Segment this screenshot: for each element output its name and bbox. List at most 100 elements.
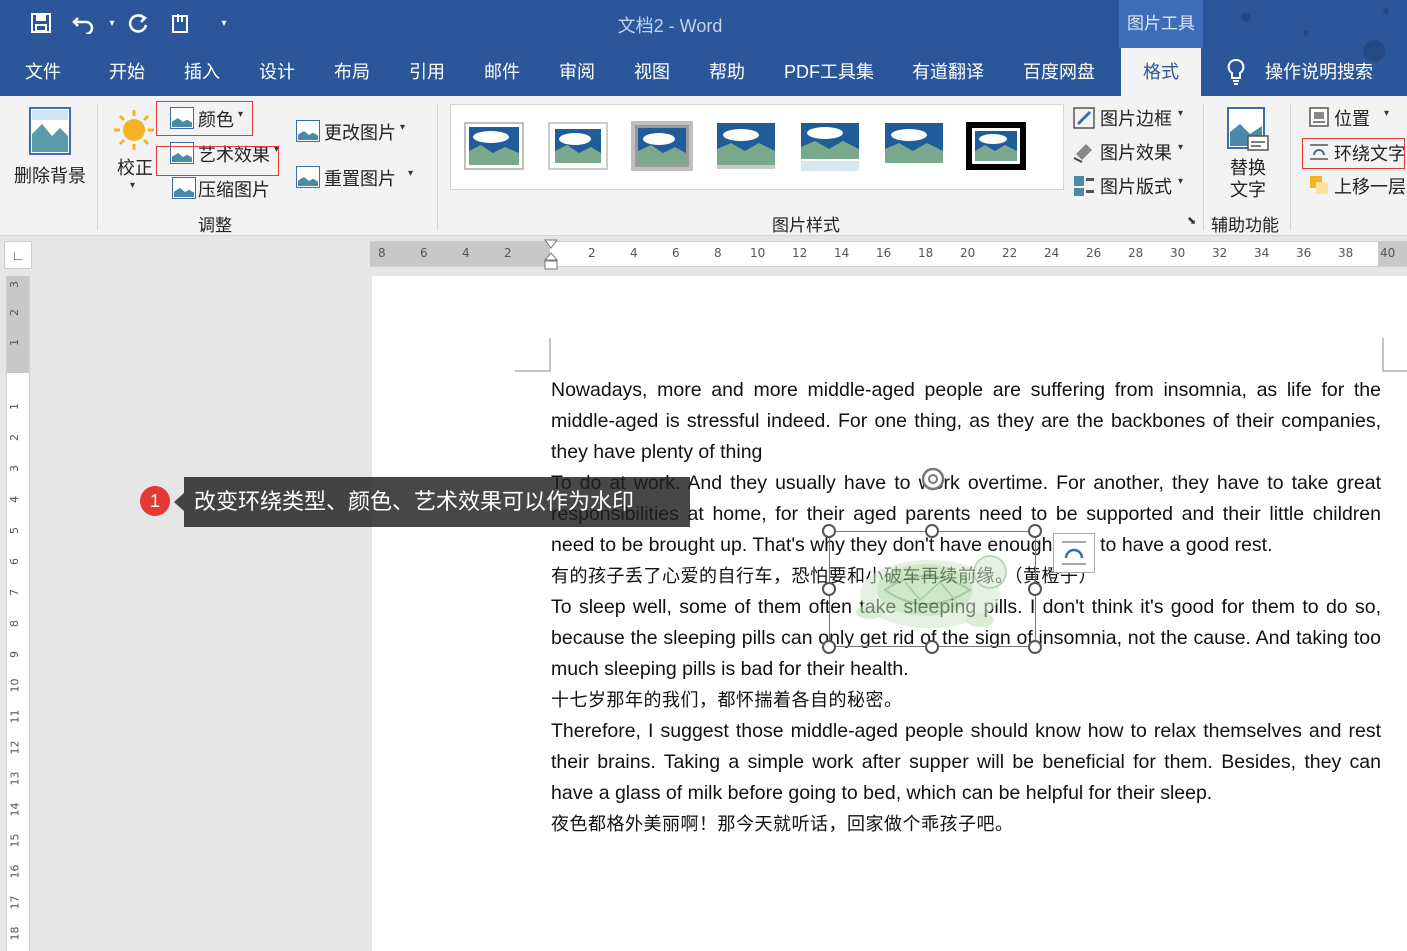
customize-icon[interactable]: ▾ xyxy=(212,12,236,36)
dialog-launcher-icon[interactable]: ⬊ xyxy=(1187,214,1196,227)
bring-forward-label: 上移一层 xyxy=(1334,177,1406,197)
tab-format[interactable]: 格式 xyxy=(1121,48,1201,96)
highlight-box-wrap xyxy=(1302,138,1405,169)
layout-icon xyxy=(1074,176,1094,196)
picture-style-5[interactable] xyxy=(799,121,861,173)
ruler-tick: 6 xyxy=(8,558,21,565)
remove-background-button[interactable]: 删除背景 xyxy=(10,102,90,192)
tab-help[interactable]: 帮助 xyxy=(709,48,745,96)
tab-review[interactable]: 审阅 xyxy=(559,48,595,96)
picture-style-1[interactable] xyxy=(463,121,525,173)
tab-baidu[interactable]: 百度网盘 xyxy=(1023,48,1095,96)
compress-label: 压缩图片 xyxy=(198,180,270,200)
group-separator xyxy=(1203,104,1204,230)
remove-background-label: 删除背景 xyxy=(14,166,86,186)
picture-style-7[interactable] xyxy=(965,121,1027,173)
tab-references[interactable]: 引用 xyxy=(409,48,445,96)
resize-handle[interactable] xyxy=(1028,524,1042,538)
tab-insert[interactable]: 插入 xyxy=(184,48,220,96)
picture-style-2[interactable] xyxy=(547,121,609,173)
ruler-tick: 3 xyxy=(8,465,21,472)
bring-forward-button[interactable]: 上移一层 xyxy=(1306,172,1407,202)
tab-mailings[interactable]: 邮件 xyxy=(484,48,520,96)
ruler-tick: 38 xyxy=(1338,246,1354,260)
tab-file[interactable]: 文件 xyxy=(25,48,61,96)
ruler-tick: 11 xyxy=(8,709,22,724)
styles-group-label: 图片样式 xyxy=(772,216,840,235)
change-picture-button[interactable]: 更改图片 ▾ xyxy=(294,116,418,146)
accessibility-group-label: 辅助功能 xyxy=(1211,216,1279,235)
undo-icon[interactable] xyxy=(72,12,96,36)
highlight-box-artistic xyxy=(156,146,279,176)
annotation-callout: 改变环绕类型、颜色、艺术效果可以作为水印 xyxy=(184,477,690,527)
redo-icon[interactable] xyxy=(126,12,150,36)
ruler-tick: 4 xyxy=(630,246,638,260)
resize-handle[interactable] xyxy=(822,524,836,538)
ruler-tick: 9 xyxy=(8,651,21,658)
vertical-ruler[interactable]: 3 2 1 1 2 3 4 5 6 7 8 9 10 11 12 13 14 1… xyxy=(6,276,30,951)
picture-style-4[interactable] xyxy=(715,121,777,173)
compress-icon xyxy=(172,177,196,199)
ruler-tick: 1 xyxy=(8,403,21,410)
touch-mode-icon[interactable] xyxy=(169,12,193,36)
picture-effects-button[interactable]: 图片效果 ▾ xyxy=(1070,138,1194,168)
horizontal-ruler[interactable]: 8 6 4 2 2 4 6 8 10 12 14 16 18 20 22 24 … xyxy=(370,239,1407,270)
resize-handle[interactable] xyxy=(925,524,939,538)
watermark-turtle-image xyxy=(856,555,1007,628)
ruler-tick: 2 xyxy=(8,434,21,441)
ruler-tick: 6 xyxy=(672,246,680,260)
picture-style-3[interactable] xyxy=(631,121,693,173)
ruler-tick: 18 xyxy=(918,246,934,260)
ruler-tick: 22 xyxy=(1002,246,1018,260)
position-button[interactable]: 位置 ▾ xyxy=(1306,104,1406,134)
corrections-button[interactable]: 校正 ▾ xyxy=(108,104,160,196)
alt-text-button[interactable]: 替换 文字 xyxy=(1218,102,1280,202)
ruler-tick: 15 xyxy=(8,833,22,848)
ruler-margin-left xyxy=(370,242,550,266)
tab-home[interactable]: 开始 xyxy=(109,48,145,96)
tab-view[interactable]: 视图 xyxy=(634,48,670,96)
resize-handle[interactable] xyxy=(1028,582,1042,596)
picture-border-button[interactable]: 图片边框 ▾ xyxy=(1070,104,1194,134)
rotate-handle-icon[interactable] xyxy=(919,465,947,493)
reset-picture-button[interactable]: 重置图片 ▾ xyxy=(294,162,422,192)
group-separator xyxy=(437,104,438,230)
tab-layout[interactable]: 布局 xyxy=(334,48,370,96)
ribbon: 删除背景 校正 ▾ 颜色 ▾ 艺术效果 ▾ 压缩图片 更改图片 ▾ 重置图片 ▾… xyxy=(0,96,1407,236)
tab-pdf-tools[interactable]: PDF工具集 xyxy=(784,48,874,96)
callout-arrow xyxy=(174,493,184,511)
ruler-tick: 8 xyxy=(714,246,722,260)
tab-selector[interactable]: ∟ xyxy=(4,241,32,269)
resize-handle[interactable] xyxy=(822,640,836,654)
save-icon[interactable] xyxy=(29,12,53,36)
ruler-tick: 24 xyxy=(1044,246,1060,260)
ruler-tick: 30 xyxy=(1170,246,1186,260)
resize-handle[interactable] xyxy=(925,640,939,654)
ruler-tick: 2 xyxy=(504,246,512,260)
layout-options-button[interactable] xyxy=(1053,533,1095,573)
ruler-tick: 16 xyxy=(876,246,892,260)
indent-marker-icon[interactable] xyxy=(544,239,558,271)
ruler-tick: 13 xyxy=(8,771,22,786)
tab-design[interactable]: 设计 xyxy=(259,48,295,96)
compress-pictures-button[interactable]: 压缩图片 xyxy=(158,174,278,202)
paragraph: Nowadays, more and more middle-aged peop… xyxy=(551,379,1381,463)
picture-style-6[interactable] xyxy=(883,121,945,173)
chevron-down-icon: ▾ xyxy=(400,122,406,133)
resize-handle[interactable] xyxy=(822,582,836,596)
selected-picture[interactable] xyxy=(829,531,1036,647)
resize-handle[interactable] xyxy=(1028,640,1042,654)
tab-youdao[interactable]: 有道翻译 xyxy=(912,48,984,96)
margin-corner-mark xyxy=(1382,338,1407,372)
undo-dropdown-icon[interactable]: ▾ xyxy=(100,12,124,36)
ruler-tick: 12 xyxy=(792,246,808,260)
ruler-tick: 8 xyxy=(8,620,21,627)
ruler-margin-top xyxy=(7,276,29,373)
picture-layout-label: 图片版式 xyxy=(1100,177,1172,197)
ruler-tick: 2 xyxy=(588,246,596,260)
picture-styles-gallery: ▲ ▼ ▾ xyxy=(450,104,1064,190)
picture-layout-button[interactable]: 图片版式 ▾ xyxy=(1070,172,1194,202)
picture-tools-label: 图片工具 xyxy=(1119,0,1203,48)
position-label: 位置 xyxy=(1334,109,1370,129)
ruler-tick: 16 xyxy=(8,864,22,879)
